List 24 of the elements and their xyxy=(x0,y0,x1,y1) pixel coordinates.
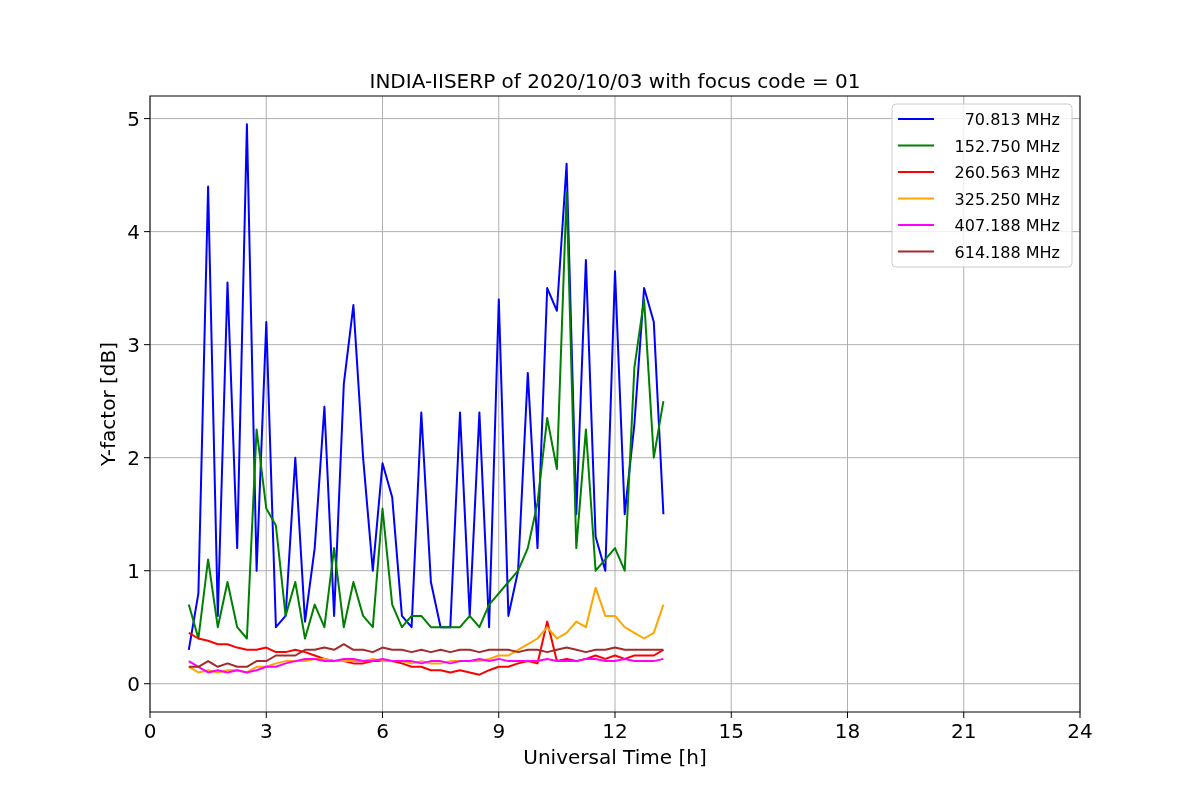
x-tick-label: 18 xyxy=(834,719,861,743)
x-tick-label: 3 xyxy=(259,719,273,743)
legend-label: 260.563 MHz xyxy=(954,163,1060,182)
legend-label: 614.188 MHz xyxy=(954,242,1060,262)
legend-label: 407.188 MHz xyxy=(954,216,1060,235)
chart-title: INDIA-IISERP of 2020/10/03 with focus code = 01 xyxy=(369,69,861,93)
y-tick-label: 1 xyxy=(127,558,140,583)
x-tick-label: 6 xyxy=(376,719,389,743)
legend-label: 70.813 MHz xyxy=(964,110,1060,129)
x-tick-label: 24 xyxy=(1067,719,1093,743)
x-tick-label: 12 xyxy=(602,719,628,743)
legend-label: 152.750 MHz xyxy=(954,136,1060,156)
y-axis-label: Y-factor [dB] xyxy=(96,342,120,466)
y-tick-label: 3 xyxy=(127,332,140,357)
legend-label: 325.250 MHz xyxy=(954,189,1060,209)
y-tick-label: 5 xyxy=(127,106,140,131)
x-tick-label: 15 xyxy=(718,719,744,743)
x-tick-label: 21 xyxy=(951,719,977,743)
y-tick-label: 0 xyxy=(127,671,140,696)
x-axis-label: Universal Time [h] xyxy=(523,745,707,769)
y-tick-label: 4 xyxy=(127,219,140,244)
y-tick-label: 2 xyxy=(127,445,140,470)
x-tick-label: 9 xyxy=(492,719,506,743)
x-tick-label: 0 xyxy=(143,719,157,743)
